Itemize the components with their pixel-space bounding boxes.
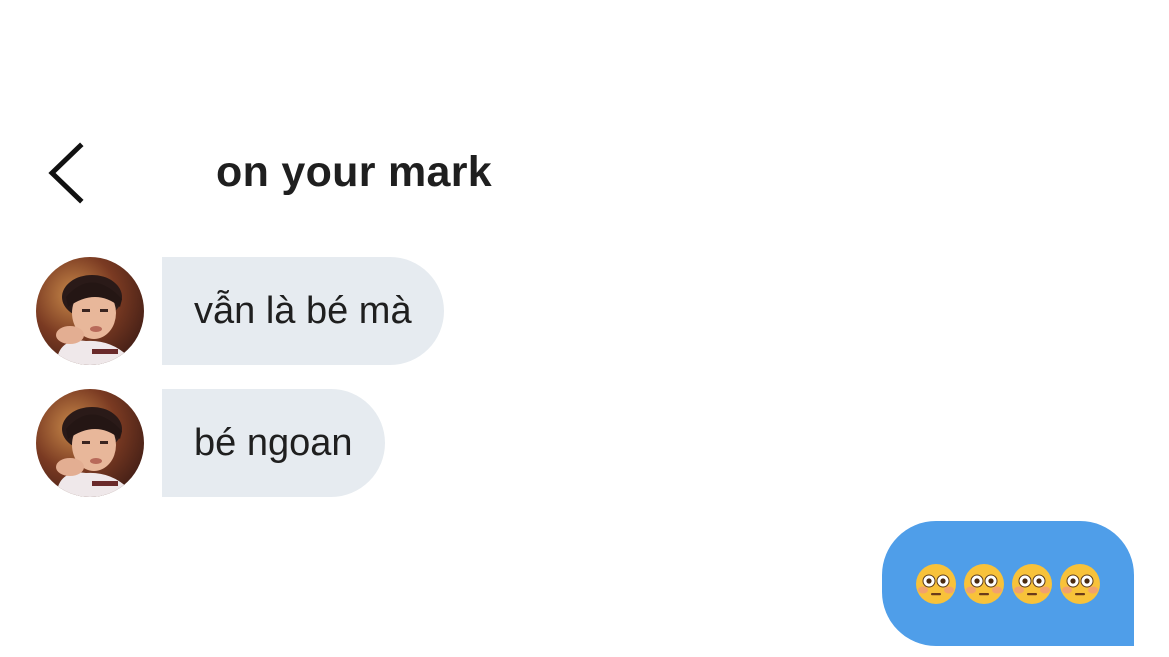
message-row-incoming: bé ngoan [0, 389, 1169, 497]
flushed-face-emoji-icon [1012, 563, 1052, 604]
message-bubble-incoming[interactable]: vẫn là bé mà [162, 257, 444, 365]
flushed-face-emoji-icon [964, 563, 1004, 604]
back-button[interactable] [38, 140, 94, 206]
flushed-face-emoji-icon [916, 563, 956, 604]
chat-header: on your mark [0, 120, 1169, 220]
message-bubble-incoming[interactable]: bé ngoan [162, 389, 385, 497]
chevron-left-icon [48, 142, 84, 204]
avatar[interactable] [36, 257, 144, 365]
avatar[interactable] [36, 389, 144, 497]
message-row-incoming: vẫn là bé mà [0, 257, 1169, 365]
message-bubble-outgoing[interactable] [882, 521, 1134, 646]
user-photo-icon [36, 257, 144, 365]
user-photo-icon [36, 389, 144, 497]
flushed-face-emoji-icon [1060, 563, 1100, 604]
conversation-title: on your mark [216, 148, 493, 196]
chat-screen: on your mark vẫn là bé mà bé ngoan [0, 0, 1169, 657]
